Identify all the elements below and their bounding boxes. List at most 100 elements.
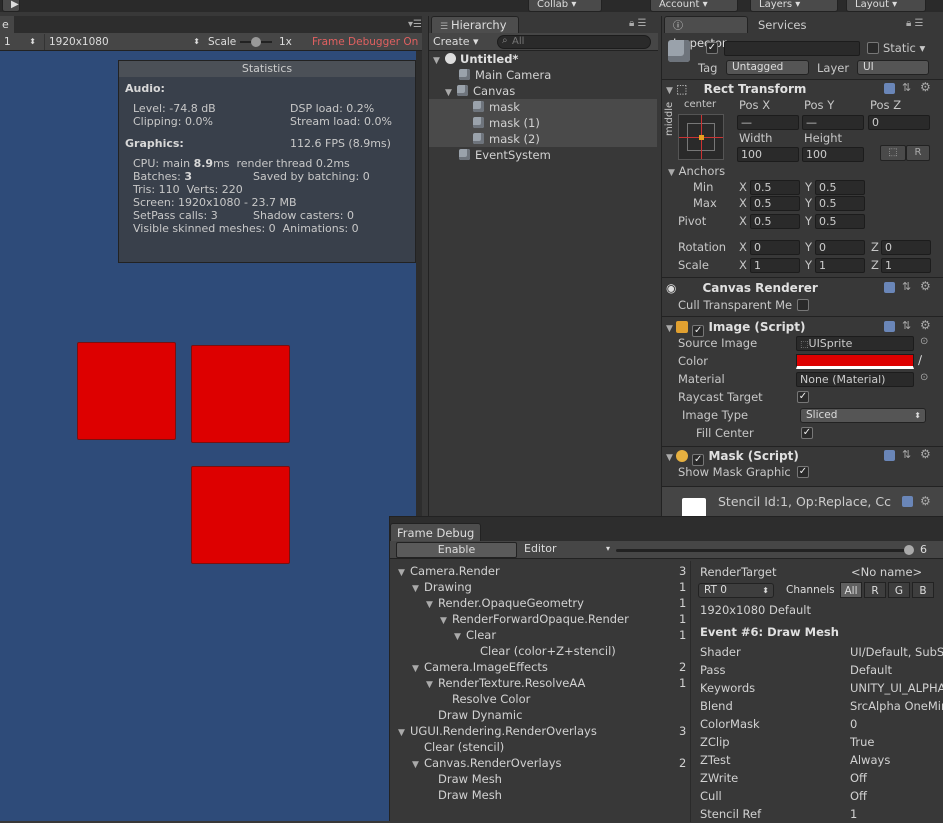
scene-row[interactable]: ▼ Untitled* bbox=[433, 51, 656, 67]
collapse-arrow-icon[interactable]: ▼ bbox=[666, 324, 676, 334]
width-field[interactable]: 100 bbox=[737, 147, 799, 162]
event-tree-row[interactable]: Draw Mesh bbox=[398, 771, 688, 787]
layout-dropdown[interactable]: Layout ▾ bbox=[846, 0, 926, 12]
help-icon[interactable] bbox=[902, 496, 913, 507]
hierarchy-item-main-camera[interactable]: Main Camera bbox=[459, 67, 551, 83]
scale-z-field[interactable]: 1 bbox=[881, 258, 931, 273]
canvas-renderer-header[interactable]: ◉ Canvas Renderer bbox=[666, 279, 818, 297]
rt-select-dropdown[interactable]: RT 0 ⬍ bbox=[698, 583, 774, 598]
layers-dropdown[interactable]: Layers ▾ bbox=[750, 0, 838, 12]
step-button[interactable]: ▶ bbox=[2, 0, 20, 12]
inspector-lock-icon[interactable]: 🔒︎ ☰ bbox=[906, 18, 923, 29]
event-tree-row[interactable]: ▼ RenderForwardOpaque.Render 1 bbox=[398, 611, 688, 627]
hierarchy-item-mask-2[interactable]: mask (2) bbox=[473, 131, 540, 147]
settings-gear-icon[interactable]: ⚙ bbox=[920, 80, 931, 94]
preset-icon[interactable]: ⇅ bbox=[902, 319, 911, 332]
event-tree-row[interactable]: Clear (stencil) bbox=[398, 739, 688, 755]
material-field[interactable]: None (Material) bbox=[796, 372, 914, 387]
game-panel-menu-icon[interactable]: ▾☰ bbox=[408, 19, 422, 30]
event-tree-row[interactable]: Clear (color+Z+stencil) bbox=[398, 643, 688, 659]
settings-gear-icon[interactable]: ⚙ bbox=[920, 494, 931, 508]
event-tree-row[interactable]: Draw Mesh bbox=[398, 787, 688, 803]
pivot-x-field[interactable]: 0.5 bbox=[750, 214, 800, 229]
help-icon[interactable] bbox=[884, 450, 895, 461]
game-view-tab[interactable]: e bbox=[0, 16, 14, 33]
active-checkbox[interactable]: ✓ bbox=[706, 42, 718, 54]
collapse-arrow-icon[interactable]: ▼ bbox=[666, 86, 676, 96]
collapse-arrow-icon[interactable]: ▼ bbox=[666, 453, 676, 463]
expand-arrow-icon[interactable]: ▼ bbox=[433, 53, 445, 69]
anchor-min-x-field[interactable]: 0.5 bbox=[750, 180, 800, 195]
fill-center-checkbox[interactable]: ✓ bbox=[801, 427, 813, 439]
event-tree-row[interactable]: Resolve Color bbox=[398, 691, 688, 707]
scale-x-field[interactable]: 1 bbox=[750, 258, 800, 273]
channel-button-all[interactable]: All bbox=[840, 582, 862, 598]
enable-button[interactable]: Enable bbox=[396, 542, 517, 558]
event-index-field[interactable]: 6 bbox=[920, 542, 927, 558]
event-tree-row[interactable]: ▼ Clear 1 bbox=[398, 627, 688, 643]
scale-y-field[interactable]: 1 bbox=[815, 258, 865, 273]
event-tree-row[interactable]: ▼ Camera.Render 3 bbox=[398, 563, 688, 579]
image-header[interactable]: ▼ ✓ Image (Script) bbox=[666, 318, 806, 337]
static-label[interactable]: Static ▾ bbox=[883, 41, 925, 55]
anchor-min-y-field[interactable]: 0.5 bbox=[815, 180, 865, 195]
channel-button-r[interactable]: R bbox=[864, 582, 886, 598]
hierarchy-tab[interactable]: ☰ Hierarchy bbox=[431, 16, 519, 33]
inspector-tab[interactable]: ⓘ Inspector bbox=[664, 16, 748, 50]
channel-button-b[interactable]: B bbox=[912, 582, 934, 598]
event-slider-thumb[interactable] bbox=[904, 545, 914, 555]
source-image-field[interactable]: ⬚UISprite bbox=[796, 336, 914, 351]
image-type-dropdown[interactable]: Sliced ⬍ bbox=[800, 408, 926, 423]
rotation-x-field[interactable]: 0 bbox=[750, 240, 800, 255]
tag-dropdown[interactable]: Untagged bbox=[726, 60, 809, 75]
anchors-foldout[interactable]: ▼ Anchors bbox=[668, 164, 725, 178]
hierarchy-item-eventsystem[interactable]: EventSystem bbox=[459, 147, 551, 163]
cull-transparent-checkbox[interactable] bbox=[797, 299, 809, 311]
display-dropdown[interactable]: 1 ⬍ bbox=[4, 34, 40, 50]
event-tree-row[interactable]: ▼ RenderTexture.ResolveAA 1 bbox=[398, 675, 688, 691]
event-tree-row[interactable]: ▼ Render.OpaqueGeometry 1 bbox=[398, 595, 688, 611]
posz-field[interactable]: 0 bbox=[868, 115, 930, 130]
frame-debug-tab[interactable]: Frame Debug bbox=[390, 523, 482, 541]
hierarchy-search-input[interactable]: ⌕ All bbox=[497, 35, 651, 49]
scale-slider-thumb[interactable] bbox=[251, 37, 261, 47]
object-name-field[interactable] bbox=[724, 41, 860, 56]
event-tree-row[interactable]: ▼ UGUI.Rendering.RenderOverlays 3 bbox=[398, 723, 688, 739]
target-dropdown[interactable]: Editor ▾ bbox=[520, 542, 612, 558]
event-tree-row[interactable]: ▼ Canvas.RenderOverlays 2 bbox=[398, 755, 688, 771]
object-picker-icon[interactable]: ⊙ bbox=[920, 336, 928, 347]
height-field[interactable]: 100 bbox=[802, 147, 864, 162]
help-icon[interactable] bbox=[884, 83, 895, 94]
event-slider-track[interactable] bbox=[616, 549, 910, 552]
pivot-y-field[interactable]: 0.5 bbox=[815, 214, 865, 229]
show-mask-graphic-checkbox[interactable]: ✓ bbox=[797, 466, 809, 478]
rect-transform-header[interactable]: ▼ ⬚ Rect Transform bbox=[666, 80, 806, 98]
rotation-z-field[interactable]: 0 bbox=[881, 240, 931, 255]
preset-icon[interactable]: ⇅ bbox=[902, 280, 911, 293]
settings-gear-icon[interactable]: ⚙ bbox=[920, 447, 931, 461]
anchor-preset-button[interactable] bbox=[678, 114, 724, 160]
hierarchy-item-mask[interactable]: mask bbox=[473, 99, 520, 115]
raycast-target-checkbox[interactable]: ✓ bbox=[797, 391, 809, 403]
settings-gear-icon[interactable]: ⚙ bbox=[920, 279, 931, 293]
mask-header[interactable]: ▼ ✓ Mask (Script) bbox=[666, 447, 799, 466]
posx-field[interactable]: — bbox=[737, 115, 799, 130]
lock-icon[interactable]: 🔒︎ ☰ bbox=[629, 18, 646, 29]
rotation-y-field[interactable]: 0 bbox=[815, 240, 865, 255]
hierarchy-item-canvas[interactable]: ▼ Canvas bbox=[445, 83, 515, 99]
help-icon[interactable] bbox=[884, 282, 895, 293]
object-picker-icon[interactable]: ⊙ bbox=[920, 372, 928, 383]
hierarchy-item-mask-1[interactable]: mask (1) bbox=[473, 115, 540, 131]
posy-field[interactable]: — bbox=[802, 115, 864, 130]
event-tree-row[interactable]: ▼ Camera.ImageEffects 2 bbox=[398, 659, 688, 675]
channel-button-g[interactable]: G bbox=[888, 582, 910, 598]
services-tab[interactable]: Services bbox=[758, 17, 807, 34]
event-tree-row[interactable]: ▼ Drawing 1 bbox=[398, 579, 688, 595]
blueprint-mode-button[interactable]: ⬚ bbox=[880, 145, 906, 161]
anchor-max-y-field[interactable]: 0.5 bbox=[815, 196, 865, 211]
static-checkbox[interactable] bbox=[867, 42, 879, 54]
collab-button[interactable]: Collab ▾ bbox=[528, 0, 602, 12]
eyedropper-icon[interactable]: ∕ bbox=[918, 353, 922, 367]
settings-gear-icon[interactable]: ⚙ bbox=[920, 318, 931, 332]
create-dropdown[interactable]: Create ▾ bbox=[433, 34, 479, 50]
